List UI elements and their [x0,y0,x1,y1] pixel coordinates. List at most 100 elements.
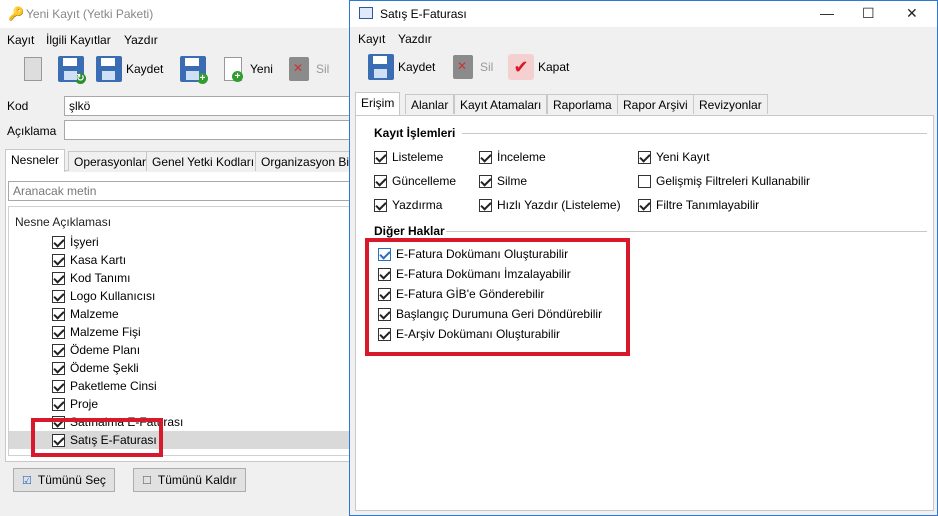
checkbox[interactable] [638,150,651,164]
checkbox[interactable] [479,198,492,212]
item-label: Malzeme [70,307,119,321]
back-save-button[interactable]: Kaydet [96,56,163,82]
back-save-refresh-button[interactable]: ↻ [58,56,86,84]
list-item[interactable]: Paketleme Cinsi [52,379,157,393]
checkbox[interactable] [52,397,65,411]
deselect-all-label: Tümünü Kaldır [157,473,237,487]
trash-icon [289,57,309,81]
perm-yeni-kayit[interactable]: Yeni Kayıt [638,150,710,164]
back-add-button[interactable] [20,56,46,82]
perm-gelismis-filtre[interactable]: Gelişmiş Filtreleri Kullanabilir [638,174,810,188]
back-menu-bar: Kayıt İlgili Kayıtlar Yazdır [0,30,360,50]
checkbox[interactable] [479,150,492,164]
checkbox[interactable] [52,253,65,267]
perm-guncelleme[interactable]: Güncelleme [374,174,456,188]
checkbox[interactable] [638,198,651,212]
checkbox[interactable] [52,343,65,357]
perm-label: Filtre Tanımlayabilir [656,198,760,212]
front-delete-label: Sil [480,60,494,74]
checkbox[interactable] [52,307,65,321]
front-tab-bar: Erişim Alanlar Kayıt Atamaları Raporlama… [355,92,935,115]
back-toolbar: ↻ Kaydet + + Yeni Sil [0,50,360,88]
tab-nesneler[interactable]: Nesneler [5,149,66,172]
item-label: Ödeme Şekli [70,361,139,375]
checkbox[interactable] [52,325,65,339]
key-icon: 🔑 [8,6,25,21]
checklist-icon: ☑ [22,474,32,487]
front-save-button[interactable]: Kaydet [368,54,435,80]
list-item[interactable]: Kasa Kartı [52,253,126,267]
checkbox[interactable] [52,235,65,249]
checkbox[interactable] [638,174,651,188]
menu-yazdir[interactable]: Yazdır [124,33,158,47]
maximize-icon[interactable]: ☐ [862,5,875,22]
tab-kayit-atamalari[interactable]: Kayıt Atamaları [454,94,548,114]
kod-input[interactable]: şlkö [64,96,360,116]
divider [446,231,927,232]
save-new-icon: + [180,56,208,84]
trash-icon [453,55,473,79]
list-item[interactable]: Malzeme [52,307,119,321]
perm-label: İnceleme [497,150,546,164]
tab-erisim[interactable]: Erişim [355,92,401,115]
item-label: Proje [70,397,99,411]
satis-efaturasi-window: Satış E-Faturası — ☐ ✕ Kayıt Yazdır Kayd… [349,0,938,516]
tab-revizyonlar[interactable]: Revizyonlar [693,94,768,114]
list-item[interactable]: Malzeme Fişi [52,325,141,339]
tab-alanlar[interactable]: Alanlar [405,94,455,114]
list-item[interactable]: İşyeri [52,235,99,249]
front-title-bar: Satış E-Faturası — ☐ ✕ [350,1,937,27]
checkbox[interactable] [374,174,387,188]
list-item[interactable]: Ödeme Planı [52,343,140,357]
search-input[interactable]: Aranacak metin [8,181,360,201]
perm-label: Hızlı Yazdır (Listeleme) [497,198,621,212]
list-item[interactable]: Kod Tanımı [52,271,130,285]
highlight-box-satis-efatura [31,418,163,457]
section-diger-haklar-title: Diğer Haklar [374,224,445,238]
tab-genel-yetki-kodlari[interactable]: Genel Yetki Kodları [146,151,261,171]
checkmark-close-icon: ✔ [508,54,534,80]
back-window-title: Yeni Kayıt (Yetki Paketi) [26,7,154,21]
divider [462,133,927,134]
perm-filtre-tanimlama[interactable]: Filtre Tanımlayabilir [638,198,759,212]
perm-listeleme[interactable]: Listeleme [374,150,443,164]
checkbox[interactable] [374,198,387,212]
checkbox[interactable] [52,379,65,393]
front-close-button[interactable]: ✔ Kapat [508,54,569,80]
front-menu-kayit[interactable]: Kayıt [358,32,385,46]
perm-hizli-yazdir[interactable]: Hızlı Yazdır (Listeleme) [479,198,621,212]
perm-label: Yazdırma [392,198,443,212]
tab-operasyonlar[interactable]: Operasyonlar [68,151,153,171]
aciklama-input[interactable] [64,120,360,140]
back-save-new-button[interactable]: + [180,56,208,84]
list-header: Nesne Açıklaması [15,215,112,229]
tab-organizasyon[interactable]: Organizasyon Bir [255,151,360,171]
perm-silme[interactable]: Silme [479,174,527,188]
front-delete-button[interactable]: Sil [450,54,493,80]
tab-raporlama[interactable]: Raporlama [547,94,618,114]
perm-yazdirma[interactable]: Yazdırma [374,198,442,212]
list-item[interactable]: Proje [52,397,98,411]
minimize-icon[interactable]: — [820,5,834,21]
perm-inceleme[interactable]: İnceleme [479,150,546,164]
back-new-button[interactable]: + Yeni [220,56,273,82]
deselect-all-button[interactable]: ☐ Tümünü Kaldır [133,468,246,492]
back-delete-button[interactable]: Sil [286,56,329,82]
list-item[interactable]: Logo Kullanıcısı [52,289,155,303]
checkbox[interactable] [52,361,65,375]
tab-rapor-arsivi[interactable]: Rapor Arşivi [617,94,694,114]
select-all-button[interactable]: ☑ Tümünü Seç [13,468,115,492]
menu-kayit[interactable]: Kayıt [7,33,34,47]
menu-ilgili-kayitlar[interactable]: İlgili Kayıtlar [46,33,111,47]
checkbox[interactable] [374,150,387,164]
checkbox[interactable] [52,271,65,285]
checkbox[interactable] [479,174,492,188]
front-menu-yazdir[interactable]: Yazdır [398,32,432,46]
close-icon[interactable]: ✕ [906,5,918,22]
perm-label: Listeleme [392,150,444,164]
perm-label: Gelişmiş Filtreleri Kullanabilir [656,174,811,188]
list-item[interactable]: Ödeme Şekli [52,361,139,375]
item-label: Kasa Kartı [70,253,127,267]
checkbox[interactable] [52,289,65,303]
perm-label: Silme [497,174,528,188]
